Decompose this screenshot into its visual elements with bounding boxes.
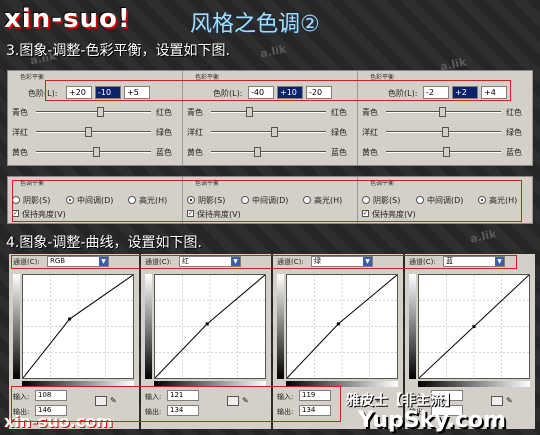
- color-slider-thumb[interactable]: [92, 147, 100, 157]
- highlight-box: [11, 386, 341, 422]
- curve-graph[interactable]: [154, 274, 266, 379]
- color-slider-track[interactable]: [211, 151, 326, 153]
- slider-right-label: 绿色: [156, 128, 172, 137]
- curve-graph[interactable]: [22, 274, 134, 379]
- color-slider-thumb[interactable]: [254, 147, 261, 157]
- vertical-gradient: [277, 274, 284, 379]
- slider-right-label: 绿色: [506, 128, 522, 137]
- slider-left-label: 黄色: [362, 148, 378, 157]
- site-logo: xin-suo!: [4, 4, 131, 34]
- curve-point[interactable]: [68, 317, 72, 321]
- color-slider-thumb[interactable]: [97, 107, 105, 117]
- step-3-instruction: 3.图象-调整-色彩平衡，设置如下图.: [6, 43, 230, 59]
- slider-right-label: 红色: [506, 108, 522, 117]
- slider-right-label: 蓝色: [156, 148, 172, 157]
- slider-right-label: 红色: [331, 108, 347, 117]
- curve-graph[interactable]: [286, 274, 398, 379]
- curve-svg: [286, 274, 398, 379]
- slider-right-label: 蓝色: [506, 148, 522, 157]
- header: xin-suo! 风格之色调②: [0, 0, 540, 40]
- site-name: YupSky.com: [358, 408, 506, 433]
- slider-left-label: 黄色: [187, 148, 203, 157]
- slider-left-label: 黄色: [12, 148, 28, 157]
- color-slider-track[interactable]: [36, 111, 151, 113]
- curve-point[interactable]: [472, 325, 476, 328]
- step-4-instruction: 4.图象-调整-曲线，设置如下图.: [6, 235, 202, 251]
- slider-left-label: 青色: [362, 108, 378, 117]
- pencil-icon[interactable]: ✎: [506, 396, 516, 406]
- curve-point[interactable]: [205, 322, 209, 326]
- vertical-gradient: [145, 274, 152, 379]
- curve-point[interactable]: [336, 322, 340, 326]
- highlight-box: [11, 255, 517, 269]
- group-title: 色彩平衡: [20, 74, 45, 81]
- color-slider-thumb[interactable]: [271, 127, 279, 137]
- page-title: 风格之色调②: [190, 12, 320, 37]
- vertical-gradient: [13, 274, 20, 379]
- signature: 雅皮士【非主流】: [346, 393, 458, 409]
- highlight-box: [45, 80, 511, 101]
- color-slider-track[interactable]: [211, 131, 326, 133]
- color-slider-thumb[interactable]: [442, 147, 450, 157]
- highlight-box: [12, 180, 522, 222]
- slider-right-label: 红色: [156, 108, 172, 117]
- curve-tool-icon[interactable]: [491, 396, 503, 406]
- slider-right-label: 绿色: [331, 128, 347, 137]
- slider-left-label: 青色: [12, 108, 28, 117]
- slider-left-label: 洋红: [362, 128, 378, 137]
- color-slider-thumb[interactable]: [441, 127, 449, 137]
- curve-svg: [418, 274, 530, 379]
- curve-graph[interactable]: [418, 274, 530, 379]
- horizontal-gradient: [418, 381, 530, 387]
- slider-right-label: 蓝色: [331, 148, 347, 157]
- curve-svg: [154, 274, 266, 379]
- slider-left-label: 洋红: [12, 128, 28, 137]
- color-slider-track[interactable]: [36, 131, 151, 133]
- color-slider-thumb[interactable]: [245, 107, 253, 117]
- curve-svg: [22, 274, 134, 379]
- vertical-gradient: [409, 274, 416, 379]
- color-slider-thumb[interactable]: [439, 107, 447, 117]
- slider-left-label: 青色: [187, 108, 203, 117]
- color-slider-track[interactable]: [211, 111, 326, 113]
- slider-left-label: 洋红: [187, 128, 203, 137]
- color-slider-thumb[interactable]: [84, 127, 92, 137]
